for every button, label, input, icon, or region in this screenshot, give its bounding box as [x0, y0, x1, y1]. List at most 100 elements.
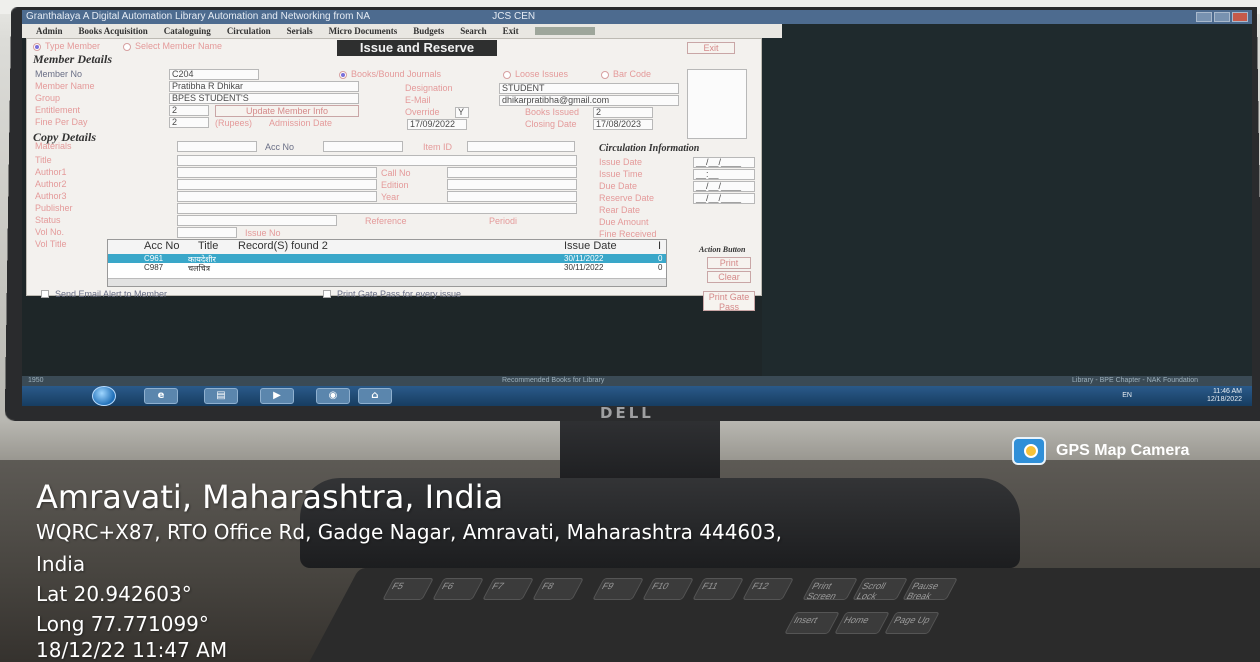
- edition-label: Edition: [381, 180, 409, 190]
- publisher-field: [177, 203, 577, 214]
- author2-label: Author2: [35, 179, 67, 189]
- statusbar: 1950 Recommended Books for Library Libra…: [22, 376, 1252, 386]
- group-label: Group: [35, 93, 61, 103]
- entitlement-label: Entitlement: [35, 105, 81, 115]
- status-center: Recommended Books for Library: [502, 377, 605, 384]
- fine-per-day-label: Fine Per Day: [35, 117, 88, 127]
- exit-button[interactable]: Exit: [687, 42, 735, 54]
- member-name-label: Member Name: [35, 81, 95, 91]
- table-row[interactable]: C961 कायदेशीर 30/11/2022 0: [108, 254, 666, 264]
- circulation-info-heading: Circulation Information: [599, 143, 700, 154]
- internet-explorer-icon[interactable]: e: [144, 388, 178, 404]
- monitor-screen: Granthalaya A Digital Automation Library…: [22, 10, 1252, 406]
- radio-loose-issues[interactable]: [503, 71, 511, 79]
- records-found: Record(S) found 2: [238, 240, 328, 252]
- email-field: dhikarpratibha@gmail.com: [499, 95, 679, 106]
- chrome-icon[interactable]: ◉: [316, 388, 350, 404]
- location-longitude: Long 77.771099°: [36, 612, 209, 636]
- menu-admin[interactable]: Admin: [36, 24, 63, 38]
- menu-cataloguing[interactable]: Cataloguing: [164, 24, 211, 38]
- fine-received-label: Fine Received: [599, 229, 657, 239]
- status-left: 1950: [28, 377, 44, 384]
- menubar: Admin Books Acquisition Cataloguing Circ…: [22, 24, 782, 38]
- send-email-checkbox[interactable]: [41, 290, 49, 298]
- issue-date-label: Issue Date: [599, 157, 643, 167]
- item-id-input[interactable]: [467, 141, 575, 152]
- call-no-field: [447, 167, 577, 178]
- minimize-button[interactable]: [1196, 12, 1212, 22]
- closing-date-label: Closing Date: [525, 119, 577, 129]
- language-indicator[interactable]: EN: [1122, 392, 1132, 399]
- menu-budgets[interactable]: Budgets: [413, 24, 444, 38]
- update-member-info-button[interactable]: Update Member Info: [215, 105, 359, 117]
- books-issued-label: Books Issued: [525, 107, 580, 117]
- keyboard-key: Pause Break: [902, 578, 958, 601]
- keyboard-key: F8: [532, 578, 584, 600]
- keyboard-key: F7: [482, 578, 534, 600]
- col-issue-date: Issue Date: [564, 240, 617, 252]
- table-row[interactable]: C987 चलचित्र 30/11/2022 0: [108, 263, 666, 273]
- year-label: Year: [381, 192, 400, 202]
- vol-no-label: Vol No.: [35, 227, 65, 237]
- radio-books-bound[interactable]: [339, 71, 347, 79]
- keyboard-key: F9: [592, 578, 644, 600]
- photo-datetime: 18/12/22 11:47 AM: [36, 638, 228, 662]
- menu-search[interactable]: Search: [460, 24, 486, 38]
- radio-bar-code[interactable]: [601, 71, 609, 79]
- row-date: 30/11/2022: [564, 263, 604, 272]
- menu-serials[interactable]: Serials: [287, 24, 313, 38]
- menu-books-acquisition[interactable]: Books Acquisition: [79, 24, 148, 38]
- radio-loose-issues-label: Loose Issues: [515, 69, 569, 79]
- vol-title-label: Vol Title: [35, 239, 67, 249]
- close-button[interactable]: [1232, 12, 1248, 22]
- fine-per-day-field: 2: [169, 117, 209, 128]
- radio-select-member[interactable]: [123, 43, 131, 51]
- menu-micro-documents[interactable]: Micro Documents: [329, 24, 398, 38]
- closing-date-field: 17/08/2023: [593, 119, 653, 130]
- location-latitude: Lat 20.942603°: [36, 582, 192, 606]
- due-date-label: Due Date: [599, 181, 638, 191]
- print-gate-label: Print Gate Pass for every issue: [337, 289, 462, 299]
- title-label: Title: [35, 155, 52, 165]
- radio-type-member-label: Type Member: [45, 41, 101, 51]
- location-address: WQRC+X87, RTO Office Rd, Gadge Nagar, Am…: [36, 520, 782, 544]
- member-no-label: Member No: [35, 69, 83, 79]
- radio-type-member[interactable]: [33, 43, 41, 51]
- print-gate-checkbox[interactable]: [323, 290, 331, 298]
- action-button-heading: Action Button: [699, 245, 746, 254]
- issue-time-field: __:__: [693, 169, 755, 180]
- monitor-stand-neck: [560, 420, 720, 482]
- table-scrollbar[interactable]: [108, 278, 666, 286]
- library-app-icon[interactable]: ⌂: [358, 388, 392, 404]
- row-title: चलचित्र: [188, 264, 211, 273]
- designation-label: Designation: [405, 83, 453, 93]
- media-player-icon[interactable]: ▶: [260, 388, 294, 404]
- col-acc-no: Acc No: [144, 240, 180, 252]
- menu-exit[interactable]: Exit: [503, 24, 519, 38]
- title-field: [177, 155, 577, 166]
- rupees-label: (Rupees): [215, 118, 253, 128]
- acc-no-input[interactable]: [323, 141, 403, 152]
- start-button-icon[interactable]: [92, 386, 116, 406]
- issue-date-field: __/__/____: [693, 157, 755, 168]
- acc-no-label: Acc No: [265, 142, 295, 152]
- member-no-input[interactable]: C204: [169, 69, 259, 80]
- admission-date-label: Admission Date: [269, 118, 333, 128]
- status-label: Status: [35, 215, 61, 225]
- print-gate-pass-button[interactable]: Print Gate Pass: [703, 291, 755, 312]
- system-clock[interactable]: 11:46 AM 12/18/2022: [1207, 388, 1242, 404]
- materials-label: Materials: [35, 141, 72, 151]
- clear-button[interactable]: Clear: [707, 271, 751, 283]
- maximize-button[interactable]: [1214, 12, 1230, 22]
- file-explorer-icon[interactable]: ▤: [204, 388, 238, 404]
- keyboard-key: Print Screen: [802, 578, 858, 601]
- row-extra: 0: [658, 254, 663, 263]
- materials-select[interactable]: [177, 141, 257, 152]
- desktop-background: [762, 10, 1252, 386]
- gps-map-camera-icon: [1012, 437, 1046, 465]
- menu-circulation[interactable]: Circulation: [227, 24, 271, 38]
- print-button[interactable]: Print: [707, 257, 751, 269]
- reserve-date-field: __/__/____: [693, 193, 755, 204]
- override-field[interactable]: Y: [455, 107, 469, 118]
- app-title-right: JCS CEN: [492, 11, 536, 22]
